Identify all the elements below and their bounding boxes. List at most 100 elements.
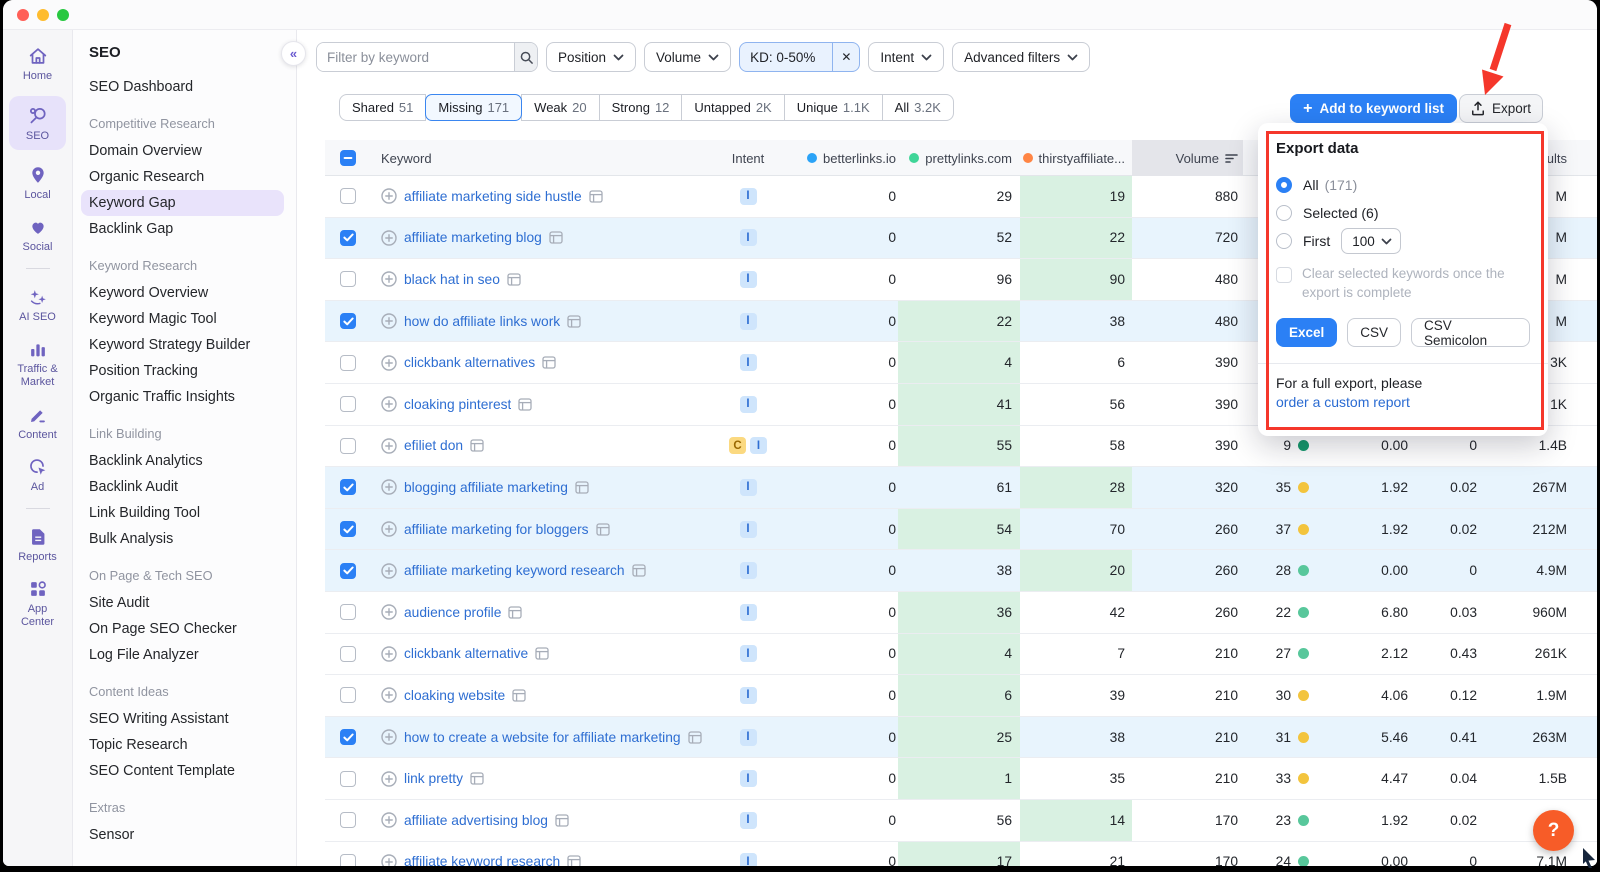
row-checkbox[interactable] — [340, 396, 356, 412]
row-checkbox[interactable] — [340, 313, 356, 329]
sidebar-item-link-building-tool[interactable]: Link Building Tool — [81, 500, 296, 526]
sidebar-item-position-tracking[interactable]: Position Tracking — [81, 358, 296, 384]
order-custom-report-link[interactable]: order a custom report — [1276, 394, 1530, 410]
keyword-link[interactable]: cloaking pinterest — [404, 397, 511, 412]
sidebar-item-seo-content-template[interactable]: SEO Content Template — [81, 758, 296, 784]
keyword-link[interactable]: affiliate advertising blog — [404, 813, 548, 828]
add-keyword-plus-icon[interactable] — [381, 521, 397, 537]
tab-all[interactable]: All3.2K — [882, 94, 954, 121]
sidebar-item-backlink-audit[interactable]: Backlink Audit — [81, 474, 296, 500]
add-keyword-plus-icon[interactable] — [381, 646, 397, 662]
keyword-link[interactable]: clickbank alternatives — [404, 355, 535, 370]
add-keyword-plus-icon[interactable] — [381, 729, 397, 745]
row-checkbox[interactable] — [340, 771, 356, 787]
col-header-betterlinks[interactable]: betterlinks.io — [793, 140, 898, 176]
row-checkbox[interactable] — [340, 646, 356, 662]
filter-pill-advanced-filters[interactable]: Advanced filters — [952, 42, 1090, 72]
sidebar-item-on-page-seo-checker[interactable]: On Page SEO Checker — [81, 616, 296, 642]
keyword-link[interactable]: affiliate marketing for bloggers — [404, 522, 589, 537]
rail-item-content[interactable]: Content — [3, 403, 72, 442]
rail-item-ai-seo[interactable]: AI SEO — [3, 285, 72, 324]
row-checkbox[interactable] — [340, 438, 356, 454]
export-csv-semicolon-button[interactable]: CSV Semicolon — [1411, 318, 1530, 347]
add-keyword-plus-icon[interactable] — [381, 812, 397, 828]
keyword-link[interactable]: blogging affiliate marketing — [404, 480, 568, 495]
tab-missing[interactable]: Missing171 — [425, 94, 522, 121]
tab-strong[interactable]: Strong12 — [599, 94, 683, 121]
row-checkbox[interactable] — [340, 271, 356, 287]
minimize-window-button[interactable] — [37, 9, 49, 21]
row-checkbox[interactable] — [340, 188, 356, 204]
col-header-thirstyaffiliate[interactable]: thirstyaffiliate... — [1020, 140, 1132, 176]
keyword-link[interactable]: black hat in seo — [404, 272, 500, 287]
rail-item-social[interactable]: Social — [3, 215, 72, 254]
col-header-keyword[interactable]: Keyword — [371, 140, 703, 176]
add-to-keyword-list-button[interactable]: + Add to keyword list — [1290, 94, 1457, 123]
col-header-prettylinks[interactable]: prettylinks.com — [898, 140, 1020, 176]
export-excel-button[interactable]: Excel — [1276, 318, 1337, 347]
rail-item-traffic-market[interactable]: Traffic &Market — [3, 337, 72, 390]
row-checkbox[interactable] — [340, 687, 356, 703]
row-checkbox[interactable] — [340, 230, 356, 246]
add-keyword-plus-icon[interactable] — [381, 563, 397, 579]
keyword-link[interactable]: affiliate marketing keyword research — [404, 563, 625, 578]
export-button[interactable]: Export — [1459, 94, 1543, 123]
rail-item-ad[interactable]: Ad — [3, 455, 72, 494]
sidebar-item-log-file-analyzer[interactable]: Log File Analyzer — [81, 642, 296, 668]
keyword-link[interactable]: affiliate keyword research — [404, 854, 560, 866]
sidebar-item-seo-writing-assistant[interactable]: SEO Writing Assistant — [81, 706, 296, 732]
add-keyword-plus-icon[interactable] — [381, 355, 397, 371]
add-keyword-plus-icon[interactable] — [381, 604, 397, 620]
row-checkbox[interactable] — [340, 355, 356, 371]
col-header-volume[interactable]: Volume — [1132, 140, 1243, 176]
sidebar-item-backlink-gap[interactable]: Backlink Gap — [81, 216, 296, 242]
filter-pill-volume[interactable]: Volume — [644, 42, 731, 72]
sidebar-item-keyword-overview[interactable]: Keyword Overview — [81, 280, 296, 306]
remove-filter-icon[interactable]: ✕ — [832, 43, 859, 71]
keyword-link[interactable]: affiliate marketing blog — [404, 230, 542, 245]
search-input[interactable] — [317, 43, 514, 71]
row-checkbox[interactable] — [340, 521, 356, 537]
rail-item-reports[interactable]: Reports — [3, 525, 72, 564]
sidebar-item-keyword-strategy-builder[interactable]: Keyword Strategy Builder — [81, 332, 296, 358]
keyword-link[interactable]: clickbank alternative — [404, 646, 528, 661]
add-keyword-plus-icon[interactable] — [381, 771, 397, 787]
tab-shared[interactable]: Shared51 — [339, 94, 426, 121]
keyword-link[interactable]: how to create a website for affiliate ma… — [404, 730, 681, 745]
filter-pill-kd-0-50-[interactable]: KD: 0-50%✕ — [739, 42, 860, 72]
tab-unique[interactable]: Unique1.1K — [784, 94, 883, 121]
export-option-radio[interactable] — [1276, 233, 1292, 249]
keyword-link[interactable]: affiliate marketing side hustle — [404, 189, 582, 204]
select-all-checkbox[interactable] — [340, 150, 356, 166]
row-checkbox[interactable] — [340, 604, 356, 620]
rail-item-local[interactable]: Local — [3, 163, 72, 202]
sidebar-item-topic-research[interactable]: Topic Research — [81, 732, 296, 758]
sidebar-item-backlink-analytics[interactable]: Backlink Analytics — [81, 448, 296, 474]
row-checkbox[interactable] — [340, 812, 356, 828]
filter-pill-position[interactable]: Position — [546, 42, 636, 72]
export-option-radio[interactable] — [1276, 205, 1292, 221]
add-keyword-plus-icon[interactable] — [381, 687, 397, 703]
add-keyword-plus-icon[interactable] — [381, 396, 397, 412]
add-keyword-plus-icon[interactable] — [381, 438, 397, 454]
export-csv-button[interactable]: CSV — [1347, 318, 1401, 347]
clear-selected-checkbox[interactable] — [1276, 267, 1292, 283]
sidebar-item-keyword-magic-tool[interactable]: Keyword Magic Tool — [81, 306, 296, 332]
sidebar-item-sensor[interactable]: Sensor — [81, 822, 296, 848]
add-keyword-plus-icon[interactable] — [381, 188, 397, 204]
help-button[interactable]: ? — [1533, 810, 1574, 851]
add-keyword-plus-icon[interactable] — [381, 271, 397, 287]
sidebar-item-seo-dashboard[interactable]: SEO Dashboard — [81, 74, 296, 100]
keyword-link[interactable]: efiliet don — [404, 438, 463, 453]
sidebar-item-organic-traffic-insights[interactable]: Organic Traffic Insights — [81, 384, 296, 410]
search-button[interactable] — [514, 43, 537, 71]
keyword-link[interactable]: link pretty — [404, 771, 463, 786]
sidebar-item-keyword-gap[interactable]: Keyword Gap — [81, 190, 284, 216]
row-checkbox[interactable] — [340, 479, 356, 495]
row-checkbox[interactable] — [340, 854, 356, 866]
close-window-button[interactable] — [17, 9, 29, 21]
keyword-link[interactable]: cloaking website — [404, 688, 505, 703]
add-keyword-plus-icon[interactable] — [381, 313, 397, 329]
add-keyword-plus-icon[interactable] — [381, 479, 397, 495]
zoom-window-button[interactable] — [57, 9, 69, 21]
